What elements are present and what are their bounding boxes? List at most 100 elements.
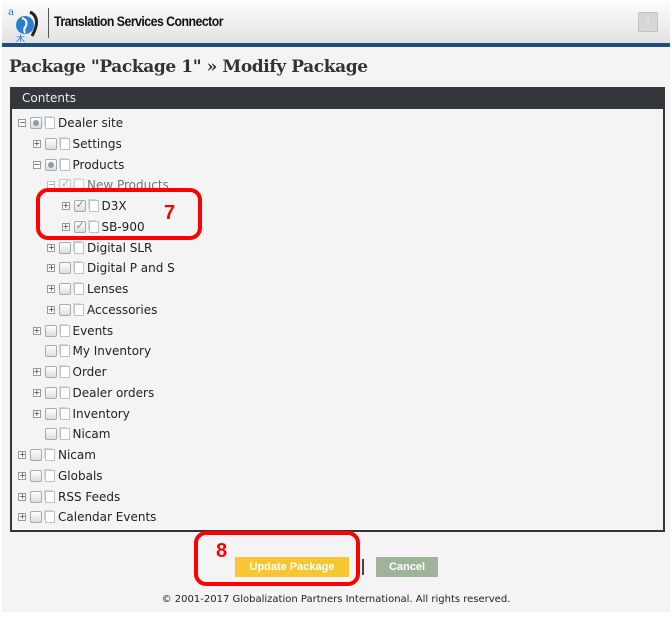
svg-text:木: 木: [16, 33, 25, 42]
document-icon: [74, 283, 84, 295]
step-7-label: 7: [164, 202, 176, 224]
tree-item[interactable]: + Accessories: [47, 300, 157, 320]
tree-item-label: Products: [72, 157, 125, 172]
tree-item-label: Nicam: [72, 427, 111, 442]
collapse-icon[interactable]: −: [18, 119, 26, 127]
tree-item[interactable]: + Lenses: [47, 279, 128, 299]
contents-panel: Contents − Dealer site + Settings − Products −…: [10, 87, 665, 532]
document-icon: [74, 262, 84, 275]
tree-item-label: Calendar Events: [58, 510, 157, 525]
sliders-icon[interactable]: ⫶: [638, 12, 658, 32]
tree-item-label: Events: [72, 323, 114, 338]
expand-icon[interactable]: +: [47, 264, 55, 273]
tree-checkbox[interactable]: [44, 386, 57, 399]
document-icon: [59, 158, 70, 171]
step-8-label: 8: [216, 540, 228, 562]
tree-checkbox[interactable]: [30, 117, 42, 129]
copyright-footer: © 2001-2017 Globalization Partners Inter…: [161, 594, 511, 605]
tree-item-label: Lenses: [87, 282, 129, 296]
step-7-highlight: [36, 188, 202, 240]
expand-icon[interactable]: +: [47, 305, 55, 314]
tree-item[interactable]: + Dealer orders: [32, 383, 155, 403]
page: a 木 Translation Services Connector ⫶ Pac…: [2, 0, 670, 612]
tree-checkbox[interactable]: [44, 324, 57, 337]
expand-icon[interactable]: +: [32, 388, 41, 397]
tree-item-label: Globals: [58, 468, 103, 483]
tree-item[interactable]: + Order: [32, 362, 107, 382]
tree-checkbox[interactable]: [30, 469, 42, 482]
tree-checkbox[interactable]: [44, 428, 57, 441]
expand-icon[interactable]: +: [32, 368, 41, 376]
tree-item[interactable]: + Digital SLR: [47, 238, 152, 258]
document-icon: [74, 241, 84, 254]
expand-icon[interactable]: +: [32, 326, 41, 335]
tree-checkbox[interactable]: [44, 366, 57, 378]
tree-item[interactable]: + Calendar Events: [18, 507, 156, 527]
tree-item[interactable]: + RSS Feeds: [18, 487, 120, 507]
document-icon: [59, 386, 70, 399]
document-icon: [45, 490, 55, 503]
expand-icon[interactable]: +: [18, 492, 26, 501]
tree-checkbox[interactable]: [59, 241, 71, 254]
document-icon: [59, 345, 70, 358]
tree-item-label: Digital P and S: [87, 261, 175, 276]
tree-checkbox[interactable]: [30, 511, 42, 524]
tree-item-label: Inventory: [72, 406, 130, 421]
update-package-button[interactable]: Update Package: [235, 557, 349, 577]
tree-item-label: Dealer orders: [72, 385, 155, 400]
document-icon: [59, 324, 70, 337]
collapse-icon[interactable]: −: [32, 160, 41, 169]
expand-icon[interactable]: +: [32, 409, 41, 418]
tree-checkbox[interactable]: [30, 449, 42, 461]
document-icon: [45, 469, 55, 482]
tree-item-label: Accessories: [87, 302, 158, 317]
tree-item[interactable]: + Inventory: [32, 404, 130, 424]
logo-icon: a 木: [8, 7, 38, 42]
tree-item[interactable]: My Inventory: [33, 341, 152, 361]
tree-checkbox[interactable]: [30, 490, 42, 503]
tree-item[interactable]: + Settings: [32, 134, 122, 154]
tree-item[interactable]: − Dealer site: [18, 113, 123, 133]
tree-item[interactable]: + Events: [32, 321, 114, 341]
tree-checkbox[interactable]: [44, 407, 57, 420]
logo-divider: [48, 8, 49, 38]
document-icon: [74, 303, 84, 316]
panel-title: Contents: [12, 89, 663, 109]
svg-text:a: a: [8, 7, 14, 18]
header-divider: [2, 43, 670, 47]
tree-checkbox[interactable]: [44, 158, 57, 171]
document-icon: [59, 428, 70, 441]
tree-item[interactable]: − Products: [32, 155, 125, 175]
tree-item-label: Order: [72, 365, 107, 379]
tree-item[interactable]: + Nicam: [18, 445, 96, 465]
tree-item-label: My Inventory: [72, 344, 152, 359]
top-bar: a 木 Translation Services Connector ⫶: [2, 0, 670, 43]
tree-item[interactable]: Nicam: [33, 424, 111, 444]
tree-checkbox[interactable]: [44, 345, 57, 358]
document-icon: [45, 117, 55, 129]
expand-icon[interactable]: +: [18, 513, 26, 522]
app-title: Translation Services Connector: [54, 13, 224, 29]
tree-item-label: Nicam: [58, 448, 96, 462]
tree-checkbox[interactable]: [59, 262, 71, 275]
tree-item[interactable]: + Digital P and S: [47, 258, 175, 278]
document-icon: [45, 511, 55, 524]
tree-checkbox[interactable]: [44, 137, 57, 150]
tree-item-label: Digital SLR: [87, 240, 153, 255]
expand-icon[interactable]: +: [18, 471, 26, 480]
document-icon: [59, 407, 70, 420]
expand-icon[interactable]: +: [47, 285, 55, 293]
tree-checkbox[interactable]: [59, 303, 71, 316]
page-title: Package "Package 1" » Modify Package: [9, 57, 368, 77]
tree-item-label: Settings: [72, 136, 122, 151]
expand-icon[interactable]: +: [32, 139, 41, 148]
button-separator: [362, 559, 364, 575]
expand-icon[interactable]: +: [47, 243, 55, 252]
tree-checkbox[interactable]: [59, 283, 71, 295]
tree-item-label: RSS Feeds: [58, 489, 121, 504]
tree-item[interactable]: + Globals: [18, 466, 103, 486]
tree-item-label: Dealer site: [58, 116, 124, 130]
expand-icon[interactable]: +: [18, 451, 26, 459]
cancel-button[interactable]: Cancel: [376, 557, 438, 577]
document-icon: [59, 366, 70, 378]
